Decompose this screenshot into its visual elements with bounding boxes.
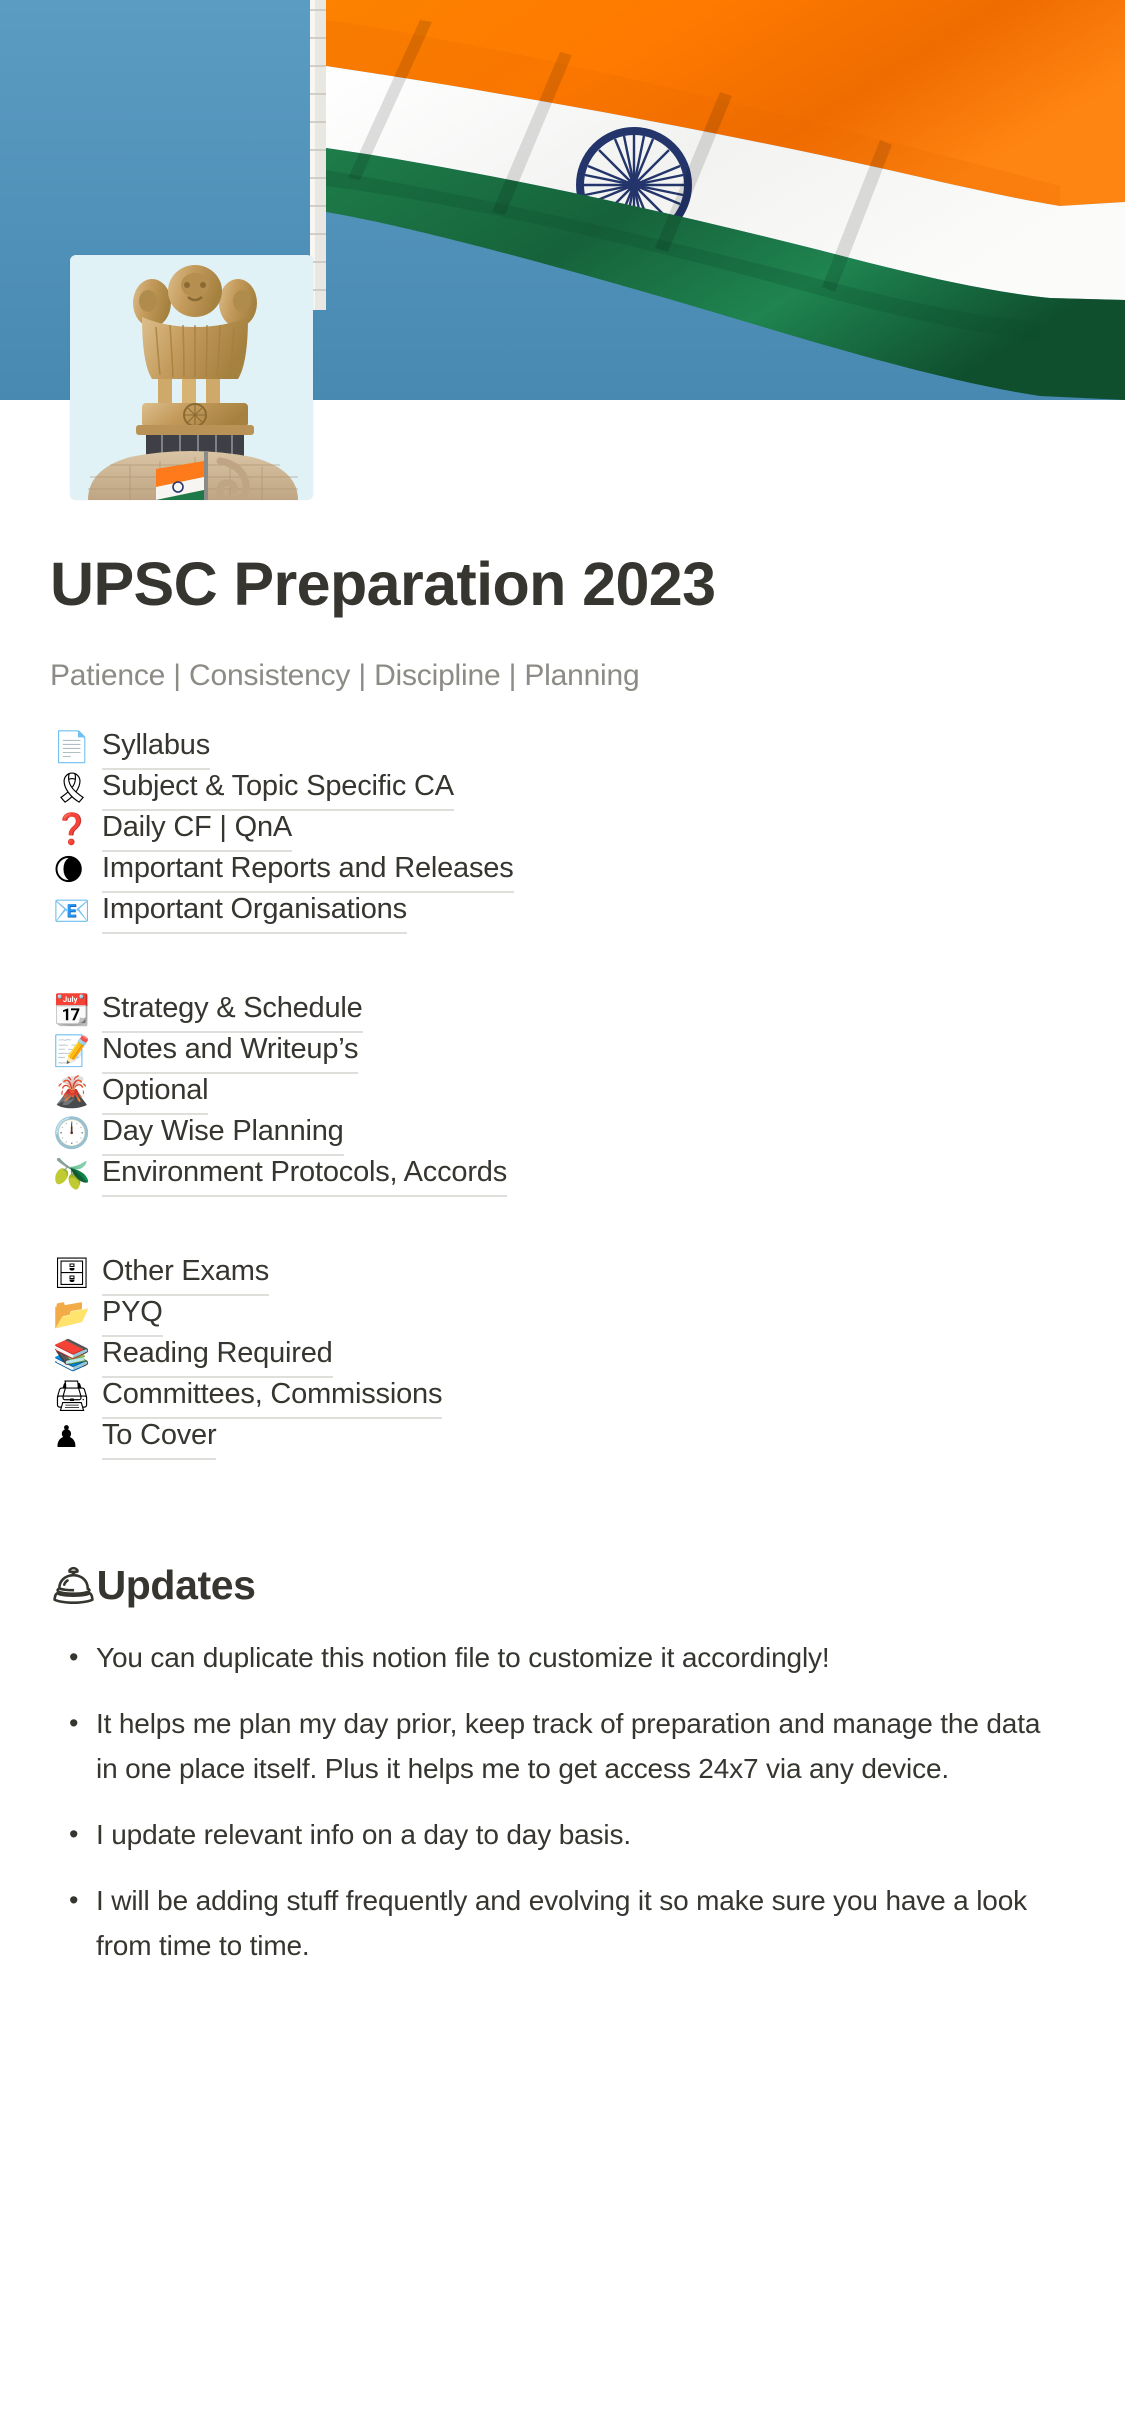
list-item: • I update relevant info on a day to day… xyxy=(50,1812,1075,1857)
list-item: • You can duplicate this notion file to … xyxy=(50,1635,1075,1680)
list-item[interactable]: 📝 Notes and Writeup’s xyxy=(50,1031,1075,1074)
page-link-reading-required[interactable]: Reading Required xyxy=(102,1335,333,1378)
clock-face-icon: 🕛 xyxy=(53,1117,91,1151)
page-title: UPSC Preparation 2023 xyxy=(50,550,716,618)
bullet-text: I will be adding stuff frequently and ev… xyxy=(96,1884,1028,1961)
page-link-syllabus[interactable]: Syllabus xyxy=(102,727,210,770)
page-link-environment-protocols-accords[interactable]: Environment Protocols, Accords xyxy=(102,1154,507,1197)
bullet-dot-icon: • xyxy=(69,1707,79,1738)
page-link-committees-commissions[interactable]: Committees, Commissions xyxy=(102,1376,442,1419)
books-icon: 📚 xyxy=(53,1339,91,1373)
list-item[interactable]: 📄 Syllabus xyxy=(50,727,1075,770)
bullet-text: I update relevant info on a day to day b… xyxy=(96,1818,631,1850)
file-cabinet-icon: 🗄 xyxy=(53,1257,92,1291)
page-link-important-organisations[interactable]: Important Organisations xyxy=(102,891,407,934)
updates-bullet-list: • You can duplicate this notion file to … xyxy=(50,1635,1075,1968)
list-item[interactable]: 📚 Reading Required xyxy=(50,1335,1075,1378)
list-item[interactable]: 🖨 Committees, Commissions xyxy=(50,1376,1075,1419)
page-subtitle: Patience | Consistency | Discipline | Pl… xyxy=(50,658,640,692)
open-file-folder-icon: 📂 xyxy=(53,1298,91,1332)
list-item[interactable]: 🎗 Subject & Topic Specific CA xyxy=(50,768,1075,811)
red-question-mark-icon: ❓ xyxy=(53,813,91,847)
list-item[interactable]: ❓ Daily CF | QnA xyxy=(50,809,1075,852)
page-link-optional[interactable]: Optional xyxy=(102,1072,209,1115)
tear-off-calendar-icon: 📆 xyxy=(53,994,91,1028)
link-group-2: 📆 Strategy & Schedule 📝 Notes and Writeu… xyxy=(50,990,1075,1197)
list-item[interactable]: 📆 Strategy & Schedule xyxy=(50,990,1075,1033)
bullet-text: You can duplicate this notion file to cu… xyxy=(96,1641,830,1673)
list-item[interactable]: 📧 Important Organisations xyxy=(50,891,1075,934)
bullet-dot-icon: • xyxy=(69,1884,79,1915)
bullet-text: It helps me plan my day prior, keep trac… xyxy=(96,1707,1041,1784)
reminder-ribbon-icon: 🎗 xyxy=(53,772,92,806)
volcano-icon: 🌋 xyxy=(53,1076,91,1110)
page-link-strategy-schedule[interactable]: Strategy & Schedule xyxy=(102,990,363,1033)
memo-icon: 📝 xyxy=(53,1035,91,1069)
list-item[interactable]: ♟ To Cover xyxy=(50,1417,1075,1460)
chess-pawn-icon: ♟ xyxy=(53,1421,80,1455)
page-link-important-reports-and-releases[interactable]: Important Reports and Releases xyxy=(102,850,514,893)
list-item[interactable]: 📂 PYQ xyxy=(50,1294,1075,1337)
list-item: • I will be adding stuff frequently and … xyxy=(50,1878,1075,1968)
e-mail-icon: 📧 xyxy=(53,895,91,929)
list-item[interactable]: 🌋 Optional xyxy=(50,1072,1075,1115)
list-item[interactable]: 🌘 Important Reports and Releases xyxy=(50,850,1075,893)
list-item[interactable]: 🕛 Day Wise Planning xyxy=(50,1113,1075,1156)
bullet-dot-icon: • xyxy=(69,1818,79,1849)
bullet-dot-icon: • xyxy=(69,1641,79,1672)
bellhop-bell-icon: 🛎 xyxy=(50,1564,97,1606)
page-link-pyq[interactable]: PYQ xyxy=(102,1294,163,1337)
page-link-day-wise-planning[interactable]: Day Wise Planning xyxy=(102,1113,344,1156)
list-item: • It helps me plan my day prior, keep tr… xyxy=(50,1701,1075,1791)
updates-heading-label: Updates xyxy=(96,1561,256,1608)
list-item[interactable]: 🗄 Other Exams xyxy=(50,1253,1075,1296)
page-content: UPSC Preparation 2023 Patience | Consist… xyxy=(0,400,1125,1989)
list-item[interactable]: 🫒 Environment Protocols, Accords xyxy=(50,1154,1075,1197)
printer-icon: 🖨 xyxy=(53,1380,92,1414)
page-link-other-exams[interactable]: Other Exams xyxy=(102,1253,269,1296)
page-link-daily-cf-qna[interactable]: Daily CF | QnA xyxy=(102,809,292,852)
waning-crescent-moon-icon: 🌘 xyxy=(53,854,85,888)
page-link-notes-and-writeups[interactable]: Notes and Writeup’s xyxy=(102,1031,358,1074)
notion-page: UPSC Preparation 2023 Patience | Consist… xyxy=(0,0,1125,2436)
link-group-3: 🗄 Other Exams 📂 PYQ 📚 Reading Required 🖨… xyxy=(50,1253,1075,1460)
olive-icon: 🫒 xyxy=(53,1158,91,1192)
page-facing-up-icon: 📄 xyxy=(53,731,91,765)
page-link-subject-topic-specific-ca[interactable]: Subject & Topic Specific CA xyxy=(102,768,454,811)
updates-heading: 🛎 Updates xyxy=(50,1562,1075,1609)
page-link-to-cover[interactable]: To Cover xyxy=(102,1417,217,1460)
link-group-1: 📄 Syllabus 🎗 Subject & Topic Specific CA… xyxy=(50,727,1075,934)
